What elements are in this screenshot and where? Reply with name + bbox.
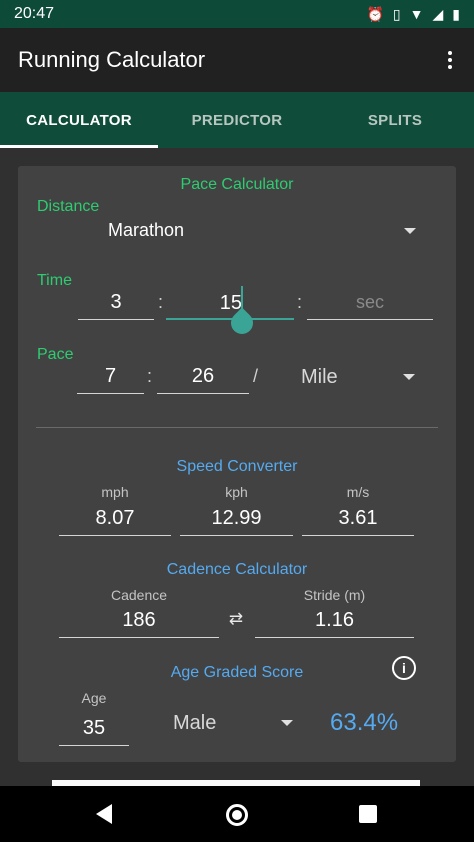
speed-converter-title: Speed Converter: [176, 458, 298, 475]
kph-label: kph: [225, 484, 248, 500]
vibrate-icon: ▯: [392, 5, 401, 22]
time-minutes-input[interactable]: 15: [166, 286, 294, 339]
age-graded-title: Age Graded Score: [170, 664, 304, 681]
app-title: Running Calculator: [18, 47, 206, 72]
status-icons: ⏰ ▯ ▼ ◢ ▮: [366, 6, 460, 23]
alarm-icon: ⏰: [366, 5, 384, 22]
tab-splits[interactable]: SPLITS: [316, 92, 474, 148]
kph-input[interactable]: 12.99: [180, 502, 293, 536]
pace-minutes-input[interactable]: 7: [77, 360, 144, 394]
time-hours-input[interactable]: 3: [78, 286, 154, 320]
age-graded-score: 63.4%: [330, 709, 399, 736]
time-seconds-placeholder: sec: [355, 292, 384, 312]
more-vert-icon[interactable]: [438, 46, 462, 74]
mph-input[interactable]: 8.07: [59, 502, 171, 536]
status-time: 20:47: [14, 5, 55, 22]
mph-label: mph: [101, 484, 129, 500]
chevron-down-icon: [281, 720, 293, 726]
stride-input[interactable]: 1.16: [255, 604, 414, 638]
recents-icon[interactable]: [359, 805, 377, 823]
age-input[interactable]: 35: [59, 712, 129, 746]
time-seconds-input[interactable]: sec: [307, 286, 433, 320]
status-bar: 20:47 ⏰ ▯ ▼ ◢ ▮: [0, 0, 474, 28]
chevron-down-icon: [403, 374, 415, 380]
gender-value: Male: [173, 712, 217, 734]
age-label: Age: [81, 690, 107, 706]
time-label: Time: [37, 272, 72, 289]
ms-input[interactable]: 3.61: [302, 502, 414, 536]
signal-icon: ◢: [432, 5, 444, 22]
pace-label: Pace: [37, 346, 74, 363]
screen: 20:47 ⏰ ▯ ▼ ◢ ▮ Running Calculator CALCU…: [0, 0, 474, 842]
battery-icon: ▮: [452, 5, 460, 22]
pace-seconds-input[interactable]: 26: [157, 360, 249, 394]
pace-unit-value: Mile: [301, 366, 338, 388]
navigation-bar: [0, 786, 474, 842]
time-separator: :: [158, 292, 164, 312]
info-icon[interactable]: i: [392, 656, 416, 680]
chevron-down-icon: [404, 228, 416, 234]
pace-separator: :: [147, 366, 153, 386]
cadence-label: Cadence: [110, 587, 168, 603]
app-bar: Running Calculator: [0, 28, 474, 92]
calculator-card: Pace Calculator Distance Marathon Time 3…: [18, 166, 456, 762]
time-separator-2: :: [297, 292, 303, 312]
distance-label: Distance: [37, 198, 100, 215]
tab-bar: CALCULATOR PREDICTOR SPLITS: [0, 92, 474, 148]
tab-calculator[interactable]: CALCULATOR: [0, 92, 158, 148]
tab-predictor[interactable]: PREDICTOR: [158, 92, 316, 148]
pace-calculator-title: Pace Calculator: [180, 176, 294, 193]
gender-dropdown[interactable]: Male: [173, 708, 298, 740]
back-icon[interactable]: [96, 804, 112, 824]
cadence-calculator-title: Cadence Calculator: [166, 561, 308, 578]
cadence-input[interactable]: 186: [59, 604, 219, 638]
pace-unit-dropdown[interactable]: Mile: [301, 362, 426, 394]
home-icon[interactable]: [226, 804, 248, 826]
distance-value: Marathon: [108, 220, 185, 240]
ms-label: m/s: [346, 484, 370, 500]
wifi-icon: ▼: [409, 6, 424, 22]
section-divider: [36, 427, 438, 428]
distance-dropdown[interactable]: Marathon: [108, 216, 426, 248]
stride-label: Stride (m): [303, 587, 366, 603]
pace-slash: /: [253, 366, 259, 386]
swap-icon[interactable]: ⇄: [223, 606, 249, 632]
